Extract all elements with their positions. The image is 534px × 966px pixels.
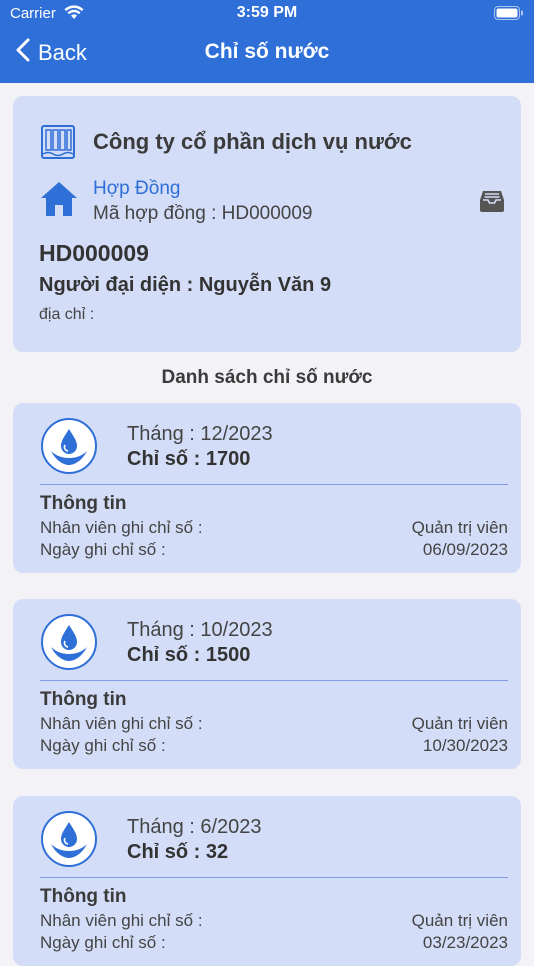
date-label: Ngày ghi chỉ số : bbox=[40, 933, 166, 952]
staff-value: Quản trị viên bbox=[411, 518, 508, 537]
list-title: Danh sách chỉ số nước bbox=[161, 367, 373, 388]
divider bbox=[40, 877, 508, 878]
reading-month: Tháng : 12/2023 bbox=[127, 423, 273, 445]
reading-card[interactable]: Tháng : 10/2023 Chỉ số : 1500 Thông tin … bbox=[13, 599, 521, 769]
staff-row: Nhân viên ghi chỉ số : Quản trị viên bbox=[40, 714, 508, 734]
staff-row: Nhân viên ghi chỉ số : Quản trị viên bbox=[40, 518, 508, 538]
date-row: Ngày ghi chỉ số : 10/30/2023 bbox=[40, 736, 508, 756]
contract-id: HD000009 bbox=[39, 240, 149, 266]
status-time: 3:59 PM bbox=[236, 4, 298, 21]
top-bar: Carrier 3:59 PM Back Chỉ số nước bbox=[0, 0, 534, 83]
divider bbox=[40, 680, 508, 681]
contract-code: Mã hợp đồng : HD000009 bbox=[93, 203, 313, 224]
date-row: Ngày ghi chỉ số : 03/23/2023 bbox=[40, 933, 508, 953]
contract-card: Công ty cổ phần dịch vụ nước Hợp Đồng Mã… bbox=[13, 96, 521, 352]
water-filter-icon bbox=[40, 124, 76, 165]
reading-value: Chỉ số : 1500 bbox=[127, 644, 251, 666]
battery-icon bbox=[494, 6, 524, 25]
date-label: Ngày ghi chỉ số : bbox=[40, 736, 166, 755]
status-bar: Carrier 3:59 PM bbox=[0, 0, 534, 28]
company-name: Công ty cổ phần dịch vụ nước bbox=[93, 129, 412, 154]
address: địa chỉ : bbox=[39, 306, 95, 323]
staff-row: Nhân viên ghi chỉ số : Quản trị viên bbox=[40, 911, 508, 931]
water-drop-hands-icon bbox=[40, 417, 98, 480]
info-heading: Thông tin bbox=[40, 886, 127, 907]
date-value: 10/30/2023 bbox=[422, 736, 508, 755]
reading-value: Chỉ số : 1700 bbox=[127, 448, 251, 470]
divider bbox=[40, 484, 508, 485]
info-heading: Thông tin bbox=[40, 493, 127, 514]
info-heading: Thông tin bbox=[40, 689, 127, 710]
staff-value: Quản trị viên bbox=[411, 911, 508, 930]
navigation-bar: Back Chỉ số nước bbox=[0, 28, 534, 83]
page-title: Chỉ số nước bbox=[204, 40, 330, 63]
staff-label: Nhân viên ghi chỉ số : bbox=[40, 518, 203, 537]
water-drop-hands-icon bbox=[40, 613, 98, 676]
date-value: 06/09/2023 bbox=[422, 540, 508, 559]
staff-label: Nhân viên ghi chỉ số : bbox=[40, 911, 203, 930]
reading-month: Tháng : 6/2023 bbox=[127, 816, 262, 838]
reading-month: Tháng : 10/2023 bbox=[127, 619, 273, 641]
water-drop-hands-icon bbox=[40, 810, 98, 873]
reading-card[interactable]: Tháng : 6/2023 Chỉ số : 32 Thông tin Nhâ… bbox=[13, 796, 521, 966]
reading-card[interactable]: Tháng : 12/2023 Chỉ số : 1700 Thông tin … bbox=[13, 403, 521, 573]
home-icon bbox=[39, 180, 79, 223]
staff-label: Nhân viên ghi chỉ số : bbox=[40, 714, 203, 733]
tray-icon[interactable] bbox=[479, 189, 505, 218]
representative: Người đại diện : Nguyễn Văn 9 bbox=[39, 274, 332, 296]
date-value: 03/23/2023 bbox=[422, 933, 508, 952]
date-label: Ngày ghi chỉ số : bbox=[40, 540, 166, 559]
reading-value: Chỉ số : 32 bbox=[127, 841, 229, 863]
contract-link[interactable]: Hợp Đồng bbox=[93, 178, 180, 200]
staff-value: Quản trị viên bbox=[411, 714, 508, 733]
date-row: Ngày ghi chỉ số : 06/09/2023 bbox=[40, 540, 508, 560]
